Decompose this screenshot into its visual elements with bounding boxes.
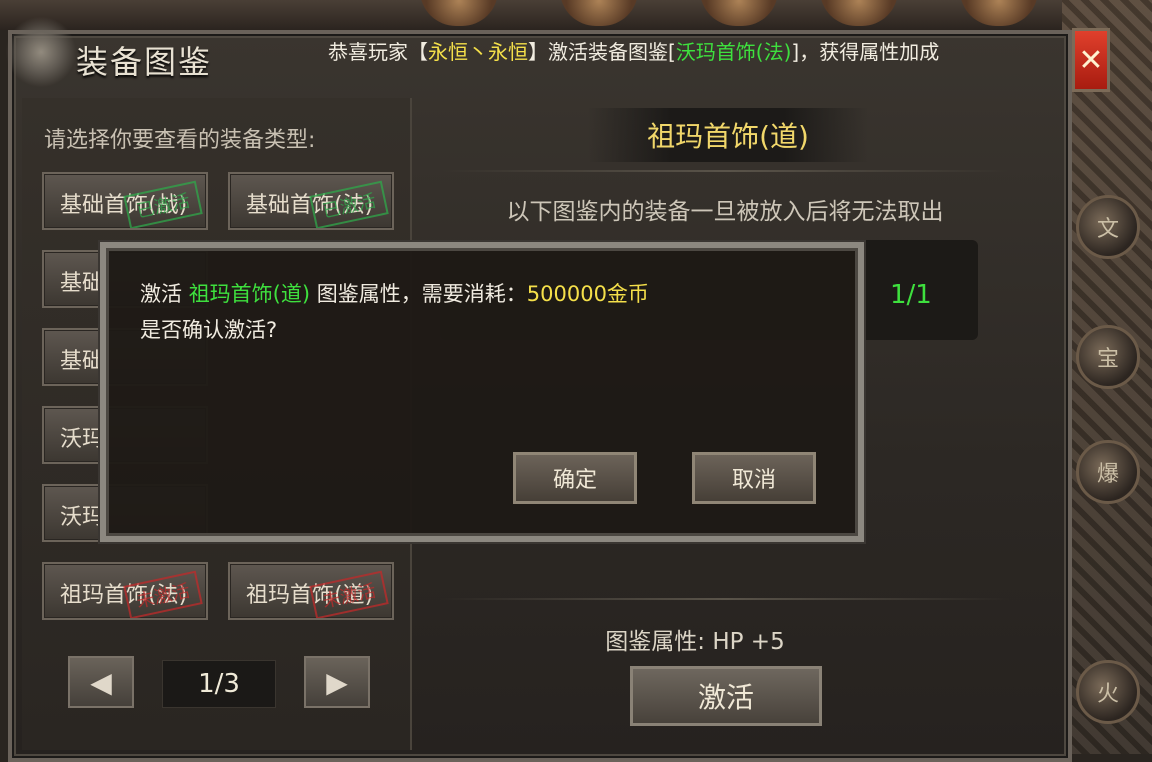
side-menu-orb[interactable]: 爆: [1076, 440, 1140, 504]
hud-portrait-icon: [420, 0, 498, 26]
slot-count: 1/1: [890, 280, 932, 310]
announced-item: 沃玛首饰(法): [675, 40, 792, 64]
confirm-dialog: 激活 祖玛首饰(道) 图鉴属性，需要消耗：500000金币 是否确认激活? 确定…: [100, 242, 864, 542]
next-page-button[interactable]: ▶: [304, 656, 370, 708]
side-menu-orb[interactable]: 宝: [1076, 325, 1140, 389]
close-icon: ✕: [1078, 42, 1104, 78]
game-scene-background: 文 宝 爆 火: [1062, 0, 1152, 754]
confirm-question: 是否确认激活?: [140, 318, 278, 342]
hud-bow-icon: [820, 0, 898, 26]
category-button[interactable]: 基础首饰(战) 已激活: [42, 172, 208, 230]
category-button-selected[interactable]: 祖玛首饰(道) 未激活: [228, 562, 394, 620]
dragon-emblem-icon: [6, 16, 76, 88]
not-activated-stamp: 未激活: [123, 570, 203, 618]
close-button[interactable]: ✕: [1072, 28, 1110, 92]
hud-gift-icon: [560, 0, 638, 26]
activated-stamp: 已激活: [309, 180, 389, 228]
category-prompt: 请选择你要查看的装备类型:: [44, 128, 316, 153]
hud-chest-icon: [700, 0, 778, 26]
game-top-bar: [0, 0, 1152, 30]
item-title: 祖玛首饰(道): [588, 108, 868, 162]
divider: [440, 598, 1010, 600]
confirm-item-name: 祖玛首饰(道): [188, 282, 311, 306]
player-name: 永恒丶永恒: [428, 40, 528, 64]
arrow-left-icon: ◀: [90, 665, 112, 699]
arrow-right-icon: ▶: [326, 665, 348, 699]
cancel-button[interactable]: 取消: [692, 452, 816, 504]
confirm-cost: 500000金币: [526, 282, 649, 306]
activate-button[interactable]: 激活: [630, 666, 822, 726]
side-menu-orb[interactable]: 文: [1076, 195, 1140, 259]
activated-stamp: 已激活: [123, 180, 203, 228]
not-activated-stamp: 未激活: [309, 570, 389, 618]
page-indicator: 1/3: [162, 660, 276, 708]
prev-page-button[interactable]: ◀: [68, 656, 134, 708]
confirm-button[interactable]: 确定: [513, 452, 637, 504]
announcement-marquee: 恭喜玩家【永恒丶永恒】激活装备图鉴[沃玛首饰(法)]，获得属性加成: [328, 40, 940, 64]
confirm-message: 激活 祖玛首饰(道) 图鉴属性，需要消耗：500000金币: [140, 282, 649, 306]
hud-ribbon-icon: [960, 0, 1038, 26]
window-title: 装备图鉴: [76, 43, 213, 81]
notice-text: 以下图鉴内的装备一旦被放入后将无法取出: [506, 199, 944, 225]
category-button[interactable]: 基础首饰(法) 已激活: [228, 172, 394, 230]
side-menu-orb[interactable]: 火: [1076, 660, 1140, 724]
category-button[interactable]: 祖玛首饰(法) 未激活: [42, 562, 208, 620]
codex-attribute: 图鉴属性: HP +5: [605, 629, 785, 655]
divider: [440, 170, 1010, 172]
